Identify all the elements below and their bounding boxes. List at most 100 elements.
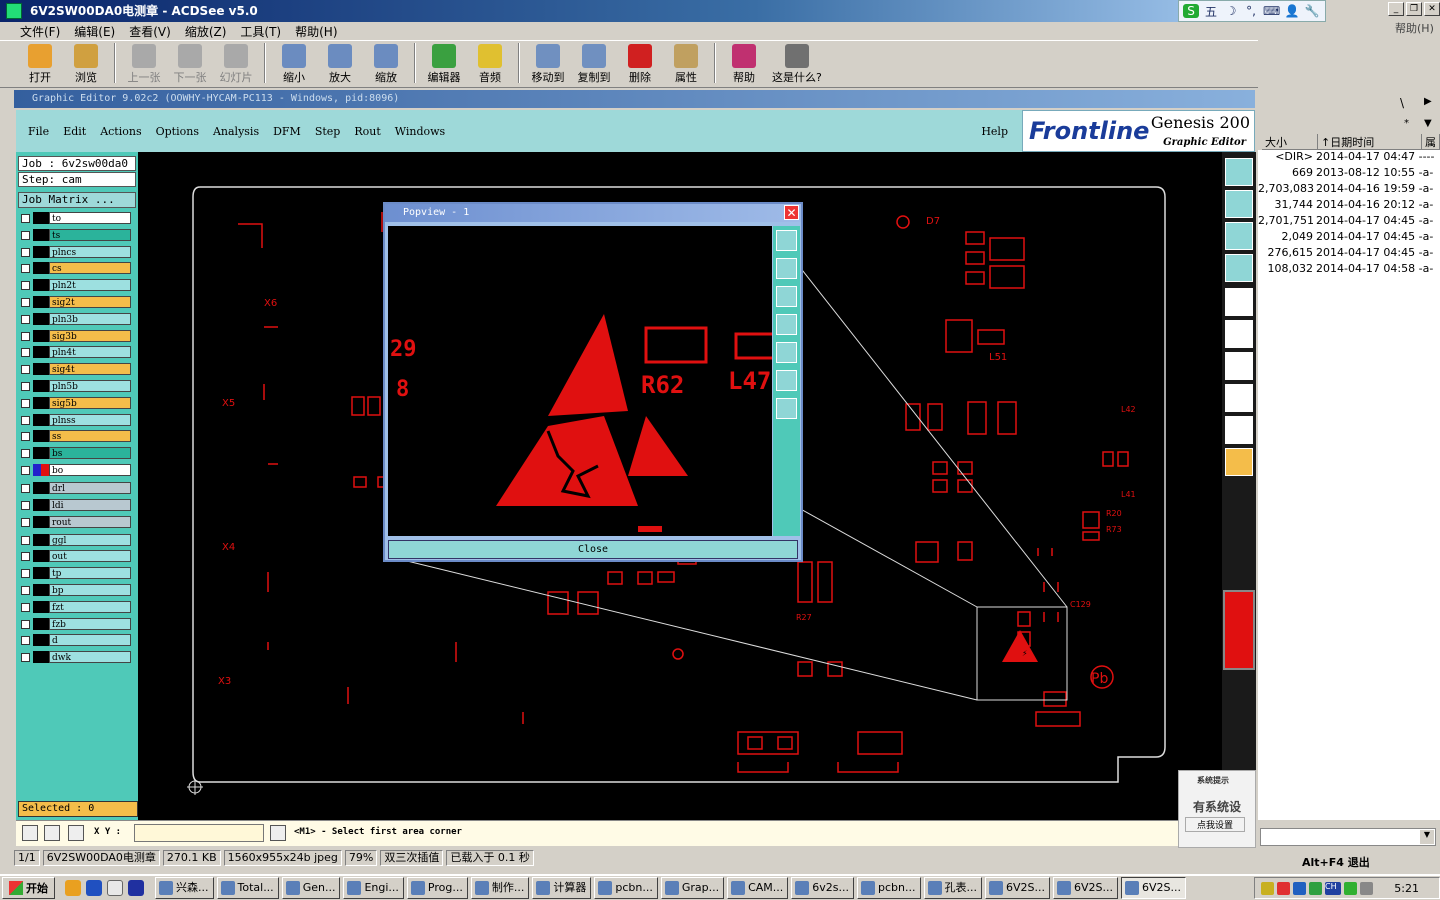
toolbar-button[interactable]: 下一张: [172, 44, 208, 84]
ime-item[interactable]: 👤: [1284, 4, 1300, 18]
layer-name[interactable]: d: [49, 634, 131, 647]
explorer-row[interactable]: 108,032 2014-04-17 04:58 -a-: [1258, 262, 1440, 278]
layer-checkbox[interactable]: [21, 636, 30, 646]
layer-name[interactable]: cs: [49, 262, 131, 275]
snap-tool[interactable]: [1225, 288, 1253, 316]
layer-checkbox[interactable]: [21, 365, 30, 375]
popview-center-button[interactable]: [776, 398, 797, 419]
menu-item[interactable]: 帮助(H): [295, 23, 337, 40]
layer-checkbox[interactable]: [21, 398, 30, 408]
layer-row[interactable]: drl: [19, 481, 133, 495]
explorer-column-header[interactable]: 属: [1422, 134, 1440, 149]
quicklaunch-save-icon[interactable]: [128, 880, 144, 896]
layer-row[interactable]: pln4t: [19, 346, 133, 359]
layer-row[interactable]: pln5b: [19, 379, 133, 393]
restore-button[interactable]: ❐: [1406, 2, 1422, 16]
genesis-menu-item[interactable]: Step: [315, 125, 341, 138]
layer-row[interactable]: ldi: [19, 498, 133, 512]
zoom-home-tool[interactable]: [1225, 158, 1253, 186]
ime-item[interactable]: S: [1183, 4, 1199, 18]
help-menu-right[interactable]: 帮助(H): [1395, 20, 1434, 36]
taskbar-task[interactable]: Gen...: [281, 877, 341, 899]
genesis-menu-item[interactable]: Edit: [63, 125, 86, 138]
layer-name[interactable]: ggl: [49, 533, 131, 546]
layer-name[interactable]: ts: [49, 228, 131, 241]
layer-name[interactable]: sig5b: [49, 396, 131, 409]
ime-item[interactable]: °,: [1243, 4, 1259, 18]
popview-close-button[interactable]: Close: [388, 540, 798, 559]
quicklaunch-clock-icon[interactable]: [65, 880, 81, 896]
layer-row[interactable]: dwk: [19, 651, 133, 664]
layer-row[interactable]: sig4t: [19, 363, 133, 376]
explorer-row[interactable]: 2,701,751 2014-04-17 04:45 -a-: [1258, 214, 1440, 230]
quicklaunch-ie-icon[interactable]: [86, 880, 102, 896]
toolbar-button[interactable]: 编辑器: [426, 44, 462, 84]
explorer-column-header[interactable]: ↑日期时间: [1318, 134, 1422, 149]
layer-checkbox[interactable]: [21, 483, 30, 493]
explorer-combo[interactable]: ▼: [1260, 828, 1436, 846]
layer-name[interactable]: rout: [49, 515, 131, 528]
layer-row[interactable]: pln3b: [19, 312, 133, 326]
toolbar-button[interactable]: 上一张: [126, 44, 162, 84]
view-mode-icon[interactable]: [22, 825, 38, 841]
layer-checkbox[interactable]: [21, 381, 30, 391]
toolbar-button[interactable]: 移动到: [530, 44, 566, 84]
genesis-menu-item[interactable]: Windows: [395, 125, 445, 138]
popview-canvas[interactable]: R62 L47 29 8: [388, 226, 772, 536]
ime-toolbar[interactable]: S 五 ☽ °, ⌨ 👤 🔧: [1178, 0, 1326, 22]
tray-icon[interactable]: [1360, 881, 1373, 895]
layer-row[interactable]: sig5b: [19, 396, 133, 410]
layer-name[interactable]: dwk: [49, 651, 131, 664]
pointer-tool[interactable]: [1225, 448, 1253, 476]
layer-row[interactable]: fzb: [19, 617, 133, 631]
layer-name[interactable]: drl: [49, 481, 131, 494]
layer-row[interactable]: ss: [19, 430, 133, 443]
job-matrix-button[interactable]: Job Matrix ...: [18, 192, 136, 208]
toolbar-button[interactable]: 帮助: [726, 44, 762, 84]
popview-expand-button[interactable]: [776, 370, 797, 391]
ime-item[interactable]: 🔧: [1304, 4, 1320, 18]
taskbar-task[interactable]: 计算器: [532, 877, 592, 899]
layer-checkbox[interactable]: [21, 314, 30, 324]
menu-item[interactable]: 文件(F): [20, 23, 60, 40]
toolbar-button[interactable]: 放大: [322, 44, 358, 84]
taskbar-task[interactable]: 6V2S...: [1121, 877, 1186, 899]
layer-checkbox[interactable]: [21, 331, 30, 341]
toolbar-button[interactable]: 复制到: [576, 44, 612, 84]
taskbar-task[interactable]: pcbn...: [857, 877, 921, 899]
zoom-in-tool[interactable]: [1225, 190, 1253, 218]
explorer-row[interactable]: 276,615 2014-04-17 04:45 -a-: [1258, 246, 1440, 262]
menu-item[interactable]: 缩放(Z): [185, 23, 227, 40]
toolbar-button[interactable]: 属性: [668, 44, 704, 84]
explorer-column-header[interactable]: 大小: [1262, 134, 1318, 149]
genesis-menu-item[interactable]: File: [28, 125, 49, 138]
layer-row[interactable]: out: [19, 550, 133, 563]
measure-tool[interactable]: [1225, 352, 1253, 380]
layer-checkbox[interactable]: [21, 264, 30, 274]
layer-row[interactable]: rout: [19, 515, 133, 529]
taskbar-task[interactable]: 6V2S...: [985, 877, 1050, 899]
explorer-row[interactable]: 2,703,083 2014-04-16 19:59 -a-: [1258, 182, 1440, 198]
layer-checkbox[interactable]: [21, 619, 30, 629]
menu-item[interactable]: 工具(T): [240, 23, 281, 40]
snap-mode-icon[interactable]: [44, 825, 60, 841]
layer-checkbox[interactable]: [21, 517, 30, 527]
tray-icon[interactable]: [1309, 881, 1322, 895]
taskbar-task[interactable]: CAM...: [727, 877, 789, 899]
layer-name[interactable]: sig4t: [49, 363, 131, 376]
toolbar-button[interactable]: 浏览: [68, 44, 104, 84]
layer-name[interactable]: tp: [49, 567, 131, 580]
tray-icon[interactable]: [1344, 881, 1357, 895]
layer-checkbox[interactable]: [21, 432, 30, 442]
layer-checkbox[interactable]: [21, 214, 30, 223]
layer-row[interactable]: ggl: [19, 533, 133, 547]
popview-zoom-fit-button[interactable]: [776, 230, 797, 251]
taskbar-task[interactable]: 6v2s...: [791, 877, 855, 899]
menu-item[interactable]: 查看(V): [129, 23, 171, 40]
tray-icon[interactable]: [1277, 881, 1290, 895]
path-slash-button[interactable]: \: [1400, 96, 1404, 110]
layer-row[interactable]: cs: [19, 262, 133, 275]
layer-row[interactable]: ts: [19, 228, 133, 242]
layer-checkbox[interactable]: [21, 348, 30, 358]
layer-checkbox[interactable]: [21, 449, 30, 459]
